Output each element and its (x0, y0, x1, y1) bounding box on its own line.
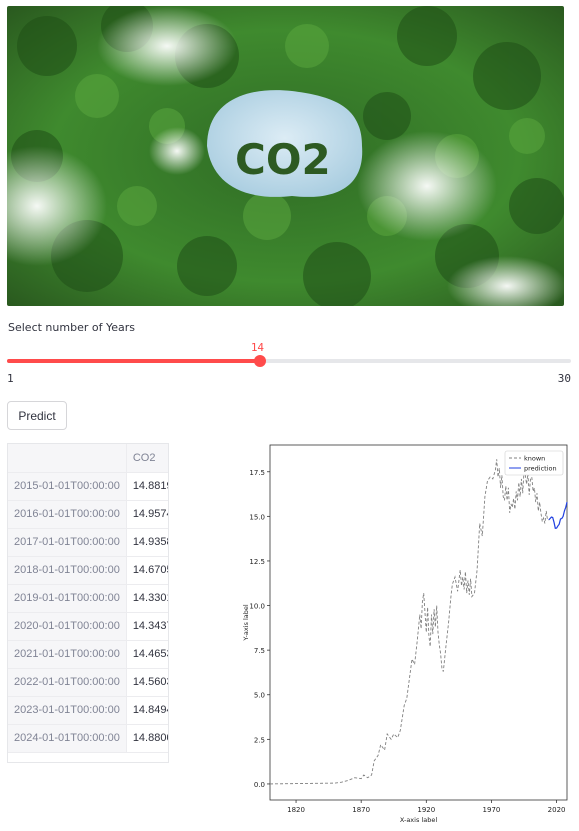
years-slider-thumb[interactable] (253, 355, 266, 367)
table-row[interactable]: 2018-01-01T00:00:00 14.6705 (8, 556, 168, 585)
table-row-co2-value: 14.5603 (126, 668, 168, 697)
table-row[interactable]: 2024-01-01T00:00:00 14.8800 (8, 724, 168, 753)
y-tick-label: 7.5 (254, 647, 265, 655)
chart-plot-area (269, 444, 568, 801)
table-row-index: 2023-01-01T00:00:00 (8, 696, 127, 725)
forest-co2-illustration: CO2 (7, 6, 564, 306)
y-tick-label: 2.5 (254, 736, 265, 744)
table-header-row: CO2 (8, 444, 168, 473)
table-header-co2[interactable]: CO2 (126, 444, 168, 473)
table-row-co2-value: 14.8819 (126, 472, 168, 501)
table-row[interactable]: 2019-01-01T00:00:00 14.3301 (8, 584, 168, 613)
slider-max-label: 30 (557, 372, 571, 385)
years-slider-track[interactable] (7, 359, 571, 363)
predict-button[interactable]: Predict (7, 401, 67, 430)
table-row-index: 2017-01-01T00:00:00 (8, 528, 127, 557)
table-row-co2-value: 14.3437 (126, 612, 168, 641)
y-tick-label: 15.0 (249, 513, 265, 521)
table-row-co2-value: 14.8494 (126, 696, 168, 725)
y-axis-label: Y-axis label (242, 604, 250, 642)
table-row[interactable]: 2020-01-01T00:00:00 14.3437 (8, 612, 168, 641)
co2-forest-text: CO2 (235, 135, 331, 184)
table-row[interactable]: 2016-01-01T00:00:00 14.9574 (8, 500, 168, 529)
table-row-co2-value: 14.3301 (126, 584, 168, 613)
y-tick-label: 10.0 (249, 603, 265, 611)
legend-label-prediction: prediction (524, 465, 557, 473)
table-row-index: 2015-01-01T00:00:00 (8, 472, 127, 501)
table-row-co2-value: 14.6705 (126, 556, 168, 585)
table-row-index: 2021-01-01T00:00:00 (8, 640, 127, 669)
slider-value-label: 14 (250, 341, 265, 354)
table-row-index: 2020-01-01T00:00:00 (8, 612, 127, 641)
x-tick-label: 1870 (352, 806, 370, 814)
table-row[interactable]: 2015-01-01T00:00:00 14.8819 (8, 472, 168, 501)
y-tick-label: 5.0 (254, 692, 265, 700)
table-row-co2-value: 14.9574 (126, 500, 168, 529)
x-tick-label: 1970 (483, 806, 501, 814)
co2-line-chart: 0.0 2.5 5.0 7.5 10.0 12.5 15.0 17.5 1820 1870 1920… (242, 444, 568, 824)
legend-label-known: known (524, 455, 545, 463)
table-row[interactable]: 2021-01-01T00:00:00 14.4653 (8, 640, 168, 669)
x-tick-label: 1920 (417, 806, 435, 814)
y-tick-label: 0.0 (254, 781, 265, 789)
table-row-index: 2019-01-01T00:00:00 (8, 584, 127, 613)
slider-label: Select number of Years (8, 321, 135, 334)
table-row-co2-value: 14.9358 (126, 528, 168, 557)
table-row[interactable]: 2023-01-01T00:00:00 14.8494 (8, 696, 168, 725)
hero-image: CO2 (7, 6, 564, 306)
y-tick-label: 12.5 (249, 558, 265, 566)
slider-min-label: 1 (7, 372, 14, 385)
table-row-index: 2016-01-01T00:00:00 (8, 500, 127, 529)
table-row-co2-value: 14.8800 (126, 724, 168, 753)
table-row[interactable]: 2022-01-01T00:00:00 14.5603 (8, 668, 168, 697)
x-tick-label: 2020 (548, 806, 566, 814)
table-header-index[interactable] (8, 444, 127, 473)
x-tick-label: 1820 (287, 806, 305, 814)
table-row[interactable]: 2017-01-01T00:00:00 14.9358 (8, 528, 168, 557)
x-axis-label: X-axis label (400, 816, 437, 824)
prediction-table[interactable]: CO2 2015-01-01T00:00:00 14.8819 2016-01-01… (7, 443, 169, 763)
years-slider-fill (7, 359, 260, 363)
y-tick-label: 17.5 (249, 469, 265, 477)
table-row-index: 2022-01-01T00:00:00 (8, 668, 127, 697)
table-row-index: 2024-01-01T00:00:00 (8, 724, 127, 753)
table-row-co2-value: 14.4653 (126, 640, 168, 669)
table-row-index: 2018-01-01T00:00:00 (8, 556, 127, 585)
